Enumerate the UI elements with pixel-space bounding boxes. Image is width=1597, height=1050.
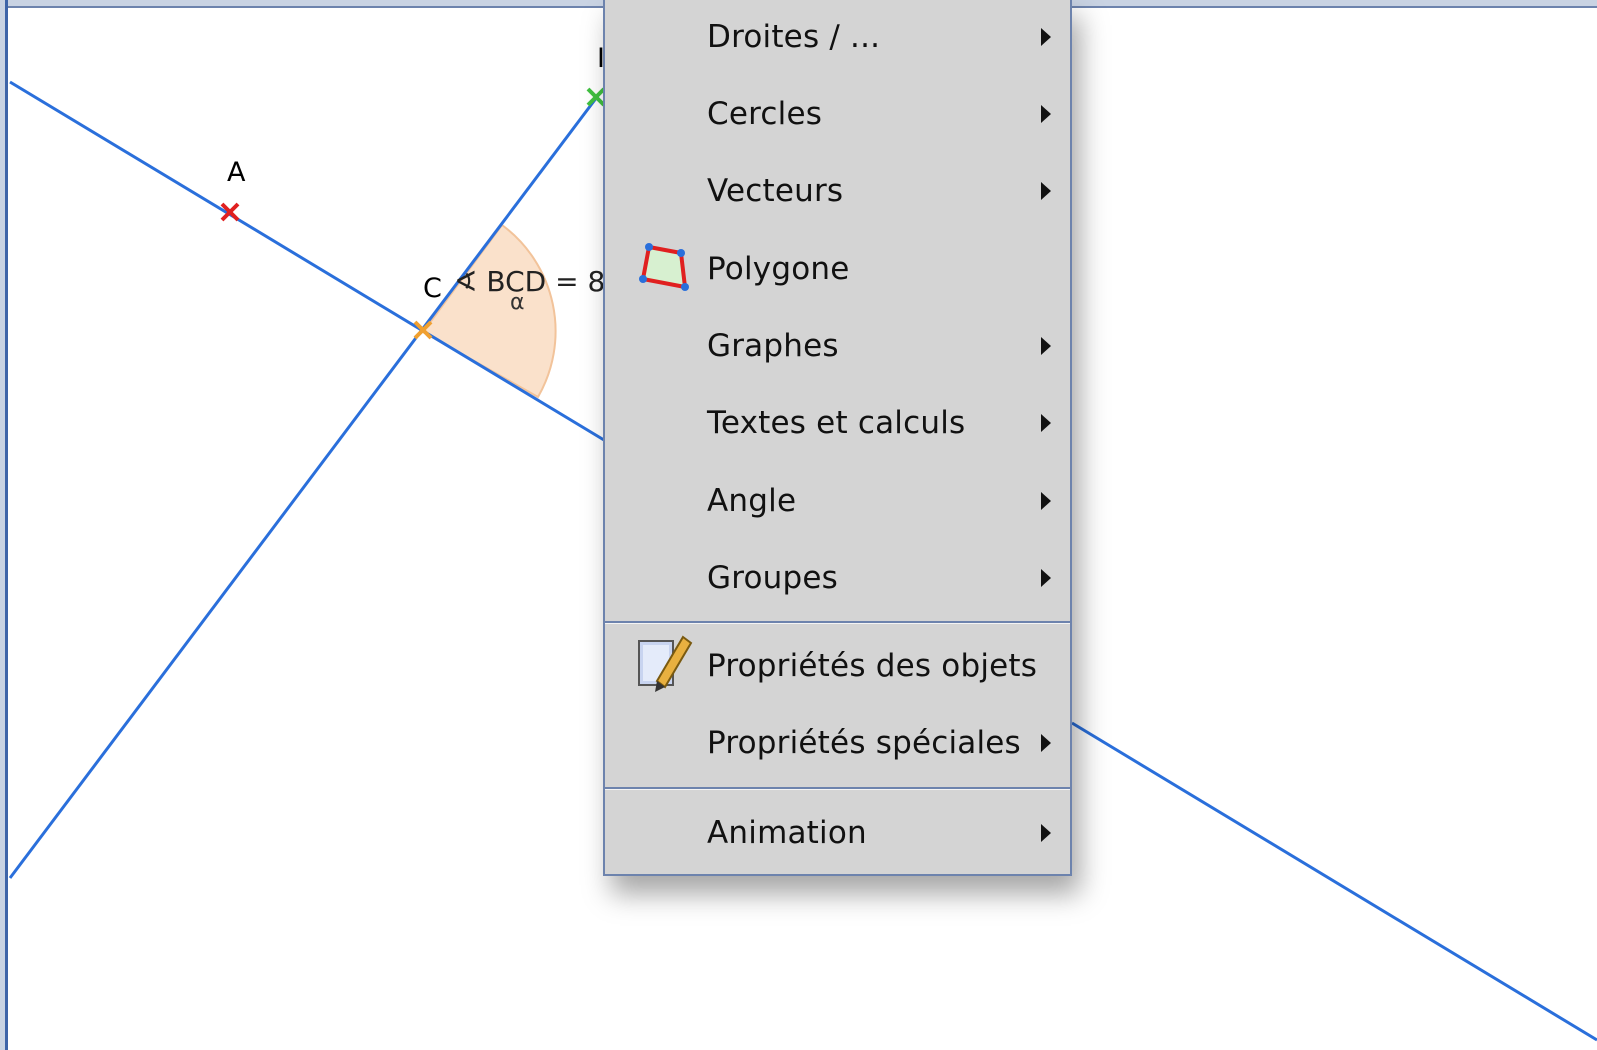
menu-item-groupes[interactable]: Groupes	[605, 541, 1070, 615]
menu-item-polygone[interactable]: Polygone	[605, 232, 1070, 306]
point-c-label: C	[423, 273, 442, 304]
angle-measure-label[interactable]: ∢ BCD = 8	[454, 265, 605, 298]
point-a-label: A	[227, 157, 246, 188]
submenu-arrow-icon	[1041, 734, 1051, 752]
menu-item-label: Cercles	[707, 96, 823, 132]
menu-item-cercles[interactable]: Cercles	[605, 77, 1070, 151]
menu-separator	[605, 787, 1070, 790]
menu-separator	[605, 621, 1070, 624]
menu-item-label: Textes et calculs	[707, 405, 966, 441]
line-cb[interactable]	[8, 92, 602, 879]
menu-item-graphes[interactable]: Graphes	[605, 309, 1070, 383]
submenu-arrow-icon	[1041, 824, 1051, 842]
menu-item-angle[interactable]: Angle	[605, 464, 1070, 538]
menu-item-animation[interactable]: Animation	[605, 796, 1070, 870]
menu-item-label: Animation	[707, 815, 867, 851]
edit-properties-icon	[635, 635, 693, 697]
submenu-arrow-icon	[1041, 105, 1051, 123]
submenu-arrow-icon	[1041, 182, 1051, 200]
menu-item-label: Polygone	[707, 251, 850, 287]
submenu-arrow-icon	[1041, 28, 1051, 46]
line-ac-continuation[interactable]	[1071, 721, 1597, 1042]
menu-item-proprietes-objets[interactable]: Propriétés des objets	[605, 629, 1070, 703]
submenu-arrow-icon	[1041, 414, 1051, 432]
polygon-icon	[635, 239, 691, 299]
menu-item-vecteurs[interactable]: Vecteurs	[605, 154, 1070, 228]
submenu-arrow-icon	[1041, 569, 1051, 587]
menu-item-droites[interactable]: Droites / ...	[605, 0, 1070, 74]
menu-item-textes-calculs[interactable]: Textes et calculs	[605, 386, 1070, 460]
menu-item-proprietes-speciales[interactable]: Propriétés spéciales	[605, 706, 1070, 780]
context-menu: Droites / ... Cercles Vecteurs Polygone …	[603, 0, 1072, 876]
angle-alpha-label: α	[510, 290, 525, 315]
menu-item-label: Propriétés spéciales	[707, 725, 1021, 761]
point-b[interactable]	[586, 87, 606, 107]
menu-item-label: Vecteurs	[707, 173, 844, 209]
submenu-arrow-icon	[1041, 492, 1051, 510]
menu-item-label: Angle	[707, 483, 797, 519]
menu-item-label: Droites / ...	[707, 19, 881, 55]
menu-item-label: Propriétés des objets	[707, 648, 1038, 684]
menu-item-label: Graphes	[707, 328, 839, 364]
menu-item-label: Groupes	[707, 560, 839, 596]
submenu-arrow-icon	[1041, 337, 1051, 355]
